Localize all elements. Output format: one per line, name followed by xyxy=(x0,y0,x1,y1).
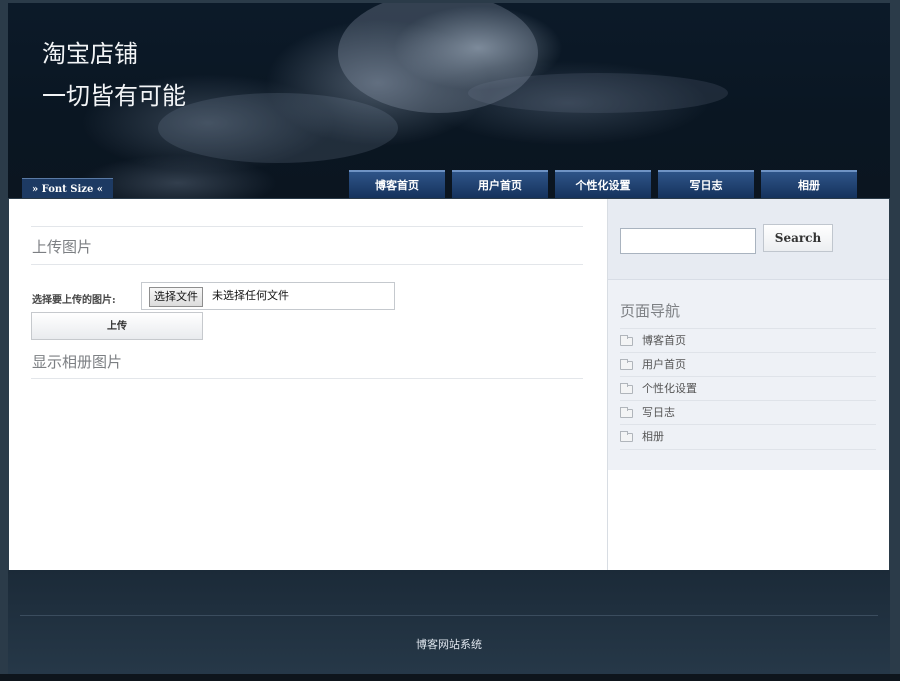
folder-icon xyxy=(620,407,633,418)
page-nav-item-personalize[interactable]: 个性化设置 xyxy=(620,376,876,401)
divider xyxy=(31,378,583,379)
nav-tab-blog-home[interactable]: 博客首页 xyxy=(349,170,445,198)
site-title: 淘宝店铺 一切皆有可能 xyxy=(42,33,186,117)
page-nav-item-album[interactable]: 相册 xyxy=(620,424,876,450)
search-panel: Search xyxy=(608,199,889,280)
upload-heading: 上传图片 xyxy=(32,238,93,256)
upload-label: 选择要上传的图片: xyxy=(32,295,116,306)
page-nav-label[interactable]: 写日志 xyxy=(642,401,675,425)
folder-icon xyxy=(620,383,633,394)
site-footer: 博客网站系统 xyxy=(8,570,890,674)
nav-tab-write-log[interactable]: 写日志 xyxy=(658,170,754,198)
page-nav-label[interactable]: 个性化设置 xyxy=(642,377,697,401)
nav-tab-personalize[interactable]: 个性化设置 xyxy=(555,170,651,198)
folder-icon xyxy=(620,431,633,442)
divider xyxy=(31,264,583,265)
page-nav-label[interactable]: 博客首页 xyxy=(642,329,686,353)
footer-divider xyxy=(20,615,878,616)
header-flower-petal xyxy=(158,93,398,163)
content-area: 上传图片 选择要上传的图片: 选择文件 未选择任何文件 上传 显示相册图片 Se… xyxy=(9,199,889,570)
nav-tab-user-home[interactable]: 用户首页 xyxy=(452,170,548,198)
file-status: 未选择任何文件 xyxy=(212,289,289,302)
divider xyxy=(31,226,583,227)
album-heading: 显示相册图片 xyxy=(32,353,123,371)
header-flower-petal xyxy=(468,73,728,113)
footer-text: 博客网站系统 xyxy=(416,638,482,651)
site-title-line2: 一切皆有可能 xyxy=(42,82,186,110)
site-title-line1: 淘宝店铺 xyxy=(42,40,138,68)
page-nav-item-write-log[interactable]: 写日志 xyxy=(620,400,876,425)
page-nav-item-blog-home[interactable]: 博客首页 xyxy=(620,328,876,353)
page-nav-label[interactable]: 相册 xyxy=(642,425,664,449)
nav-tab-album[interactable]: 相册 xyxy=(761,170,857,198)
page-nav-heading: 页面导航 xyxy=(620,302,681,320)
search-input[interactable] xyxy=(620,228,756,254)
page-nav-item-user-home[interactable]: 用户首页 xyxy=(620,352,876,377)
upload-button[interactable]: 上传 xyxy=(31,312,203,340)
folder-icon xyxy=(620,359,633,370)
search-button[interactable]: Search xyxy=(763,224,833,252)
page-nav-label[interactable]: 用户首页 xyxy=(642,353,686,377)
page-nav-panel: 页面导航 博客首页 用户首页 个性化设置 写日志 相册 xyxy=(608,280,889,470)
sidebar: Search 页面导航 博客首页 用户首页 个性化设置 写日志 相册 xyxy=(608,199,889,570)
main-column: 上传图片 选择要上传的图片: 选择文件 未选择任何文件 上传 显示相册图片 xyxy=(9,199,608,570)
folder-icon xyxy=(620,335,633,346)
choose-file-button[interactable]: 选择文件 xyxy=(149,287,203,307)
bottom-strip xyxy=(0,674,900,681)
font-size-toggle[interactable]: » Font Size « xyxy=(22,178,113,198)
site-header: 淘宝店铺 一切皆有可能 » Font Size « 博客首页 用户首页 个性化设… xyxy=(8,3,890,198)
file-input[interactable]: 选择文件 未选择任何文件 xyxy=(141,282,395,310)
